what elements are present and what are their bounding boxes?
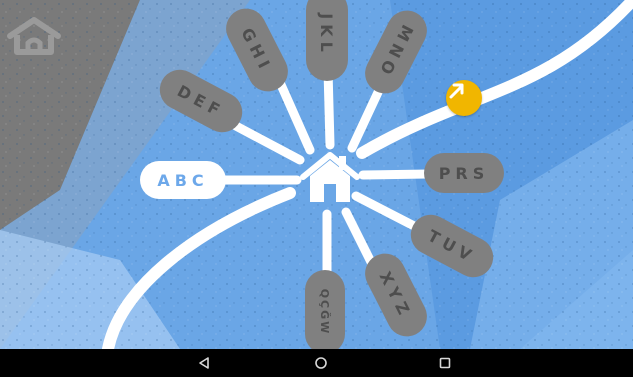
letter-group-label: JKL <box>317 13 337 57</box>
letter-group-prs[interactable]: PRS <box>424 153 504 193</box>
home-button[interactable] <box>4 16 64 56</box>
letter-group-label: GHI <box>237 24 277 76</box>
home-nav-button[interactable] <box>310 353 332 373</box>
next-button[interactable] <box>446 80 482 116</box>
letter-group-jkl[interactable]: JKL <box>306 0 348 81</box>
arrow-up-right-icon <box>449 83 464 99</box>
back-triangle-icon <box>199 357 209 369</box>
home-outline-icon <box>7 17 61 55</box>
game-scene: ABC DEF GHI JKL MNO PRS TUV XYZ QÇĞW <box>0 0 633 349</box>
home-circle-icon <box>315 357 327 369</box>
back-button[interactable] <box>193 353 215 373</box>
recents-square-icon <box>439 357 451 369</box>
recents-button[interactable] <box>434 353 456 373</box>
center-home-button[interactable] <box>299 150 361 208</box>
android-nav-bar <box>0 349 633 377</box>
letter-group-qcgw[interactable]: QÇĞW <box>305 270 345 349</box>
letter-group-label: PRS <box>438 163 490 183</box>
letter-group-label: ABC <box>157 170 209 190</box>
letter-group-abc[interactable]: ABC <box>140 161 226 199</box>
letter-group-label: QÇĞW <box>318 288 332 336</box>
home-icon <box>300 152 360 202</box>
